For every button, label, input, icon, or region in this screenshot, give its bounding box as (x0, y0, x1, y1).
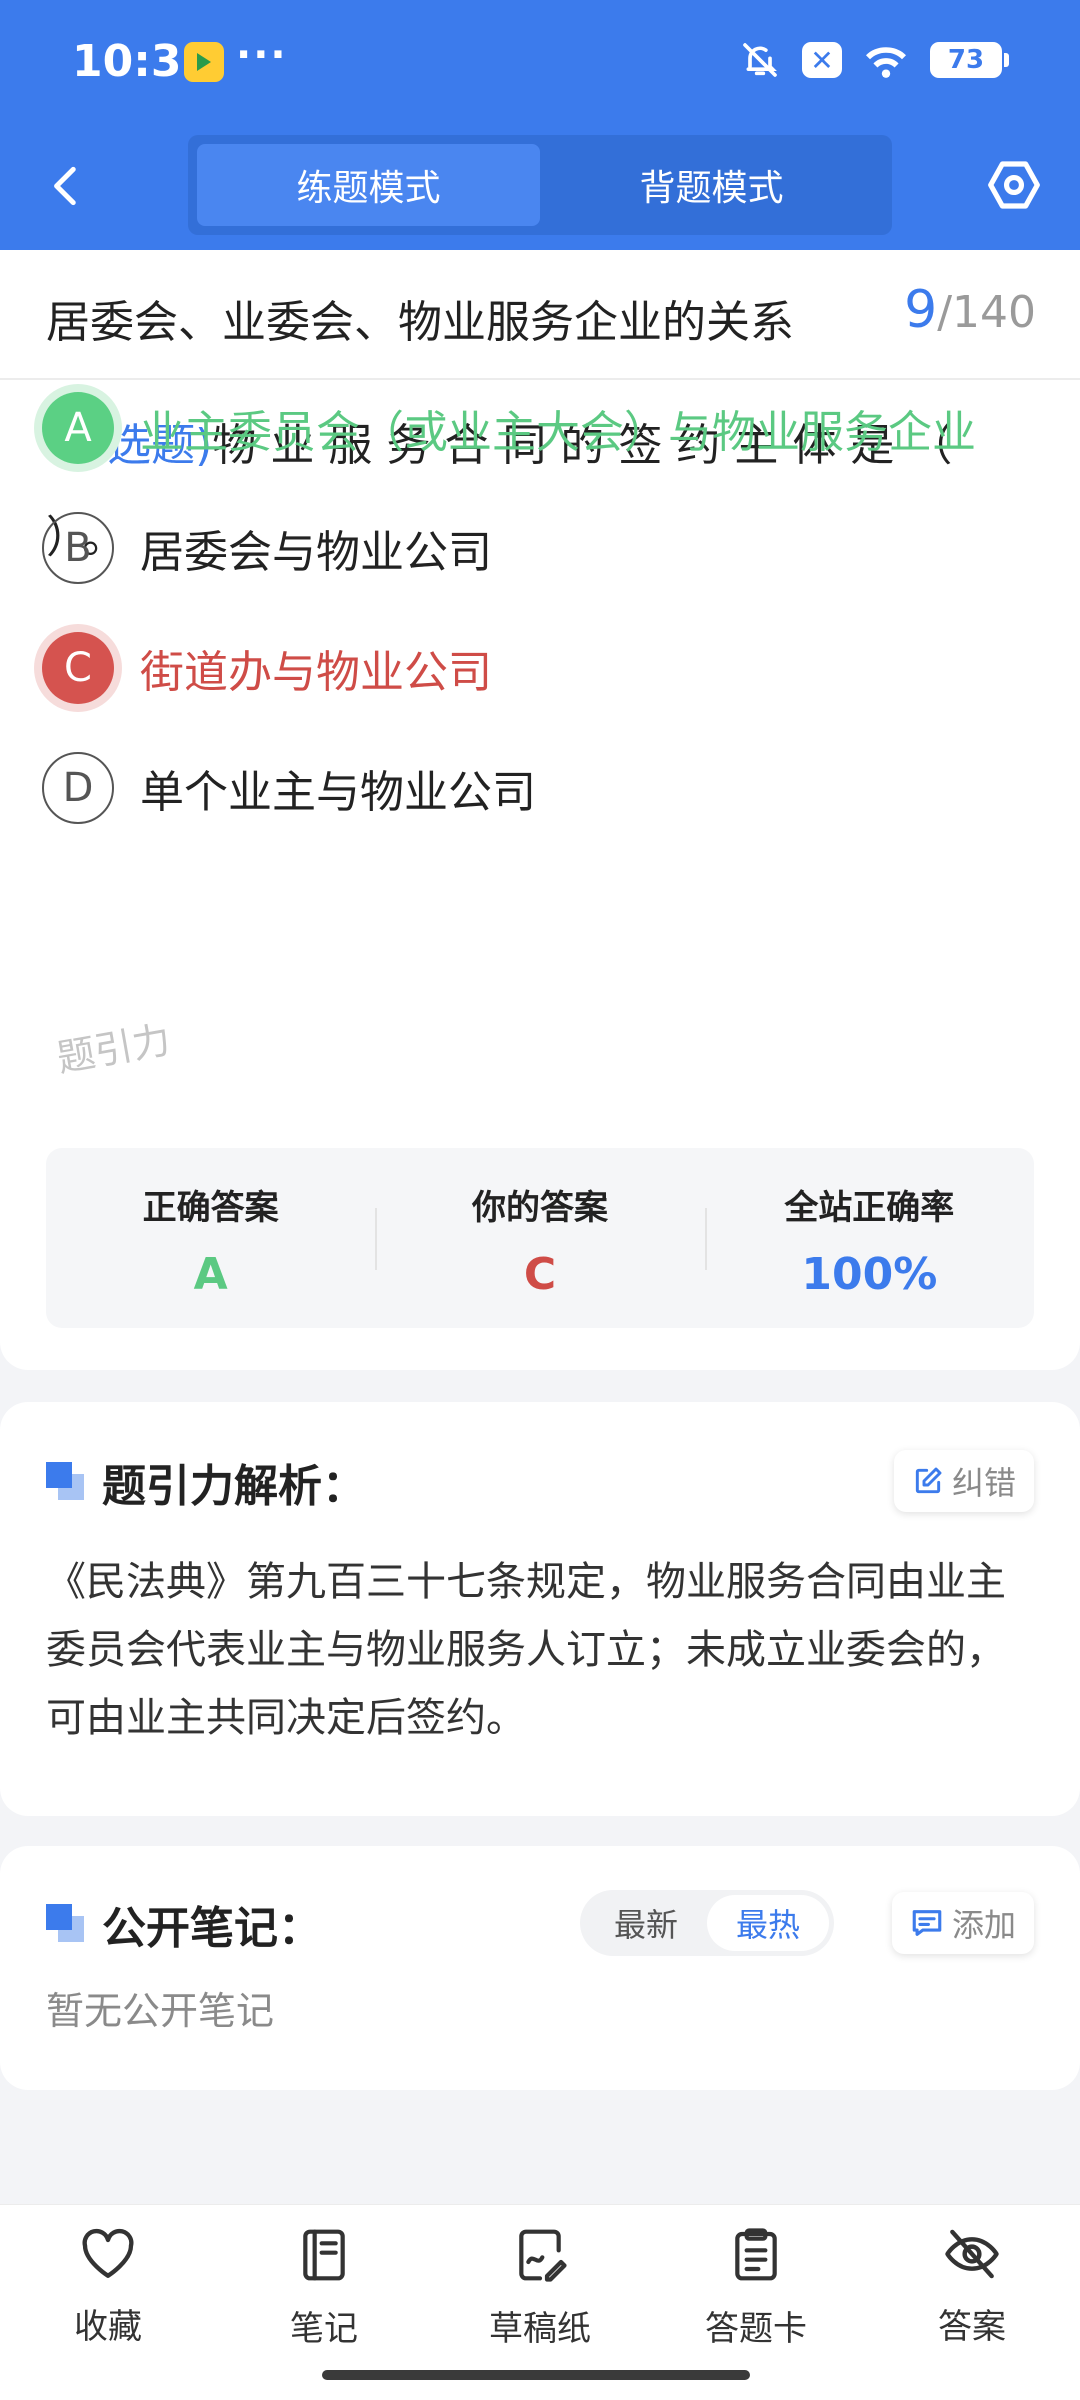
notes-sort-toggle: 最新 最热 (580, 1890, 834, 1956)
analysis-title-text: 题引力解析： (102, 1461, 366, 1512)
back-arrow-icon[interactable] (42, 161, 92, 211)
your-answer-label: 你的答案 (471, 1188, 608, 1228)
option-b[interactable]: B 居委会与物业公司 (42, 500, 1042, 596)
correct-answer-column: 正确答案 A (46, 1148, 375, 1328)
edit-icon (915, 1467, 942, 1494)
add-note-button[interactable]: 添加 (891, 1892, 1034, 1954)
sort-hottest-tab[interactable]: 最热 (707, 1895, 829, 1951)
accuracy-rate-column: 全站正确率 100% (704, 1148, 1034, 1328)
draft-paper-label: 草稿纸 (489, 2309, 591, 2349)
no-notes-text: 暂无公开笔记 (46, 1989, 275, 2033)
notebook-icon (303, 2229, 345, 2281)
accuracy-rate-label: 全站正确率 (784, 1188, 955, 1228)
status-bar: 10:31 ··· ✕ 73 (0, 0, 1080, 125)
draft-paper-icon (519, 2229, 567, 2282)
chapter-title: 居委会、业委会、物业服务企业的关系 (46, 297, 794, 348)
battery-indicator: 73 (930, 42, 1009, 78)
tab-practice-mode[interactable]: 练题模式 (197, 144, 540, 226)
blocked-badge-icon: ✕ (802, 42, 842, 78)
option-letter: B (42, 512, 114, 584)
nav-row: 练题模式 背题模式 (0, 125, 1080, 250)
accuracy-rate-value: 100% (801, 1249, 938, 1300)
favorite-button[interactable]: 收藏 (8, 2227, 208, 2348)
option-letter: C (42, 632, 114, 704)
status-right-icons: ✕ 73 (740, 40, 1009, 80)
report-error-label: 纠错 (951, 1464, 1016, 1502)
app-notification-icon (184, 42, 224, 82)
settings-hexagon-icon[interactable] (986, 157, 1042, 213)
option-letter: A (42, 392, 114, 464)
add-note-label: 添加 (951, 1906, 1016, 1944)
top-header: 10:31 ··· ✕ 73 练题模式 背题模式 (0, 0, 1080, 250)
correct-answer-label: 正确答案 (142, 1188, 279, 1228)
option-d[interactable]: D 单个业主与物业公司 (42, 740, 1042, 836)
notes-button[interactable]: 笔记 (224, 2227, 424, 2350)
draft-paper-button[interactable]: 草稿纸 (440, 2227, 640, 2350)
question-card: 居委会、业委会、物业服务企业的关系 9/140 (单选题)物业服务合同的签约主体… (0, 250, 1080, 1370)
favorite-label: 收藏 (74, 2307, 142, 2347)
section-squares-icon (46, 1904, 86, 1944)
your-answer-value: C (523, 1249, 557, 1300)
option-text: 街道办与物业公司 (140, 647, 492, 698)
notes-title: 公开笔记： (46, 1892, 322, 1956)
analysis-card: 题引力解析： 纠错 《民法典》第九百三十七条规定，物业服务合同由业主委员会代表业… (0, 1402, 1080, 1816)
sort-latest-tab[interactable]: 最新 (585, 1895, 707, 1951)
question-counter[interactable]: 9/140 (904, 280, 1036, 340)
option-text: 单个业主与物业公司 (140, 767, 536, 818)
answer-sheet-button[interactable]: 答题卡 (656, 2227, 856, 2350)
bell-off-icon (743, 43, 777, 77)
section-squares-icon (46, 1462, 86, 1502)
tab-memorize-mode[interactable]: 背题模式 (540, 144, 883, 226)
public-notes-card: 公开笔记： 最新 最热 添加 暂无公开笔记 (0, 1846, 1080, 2090)
notes-label: 笔记 (290, 2309, 358, 2349)
show-answer-button[interactable]: 答案 (872, 2227, 1072, 2348)
report-error-button[interactable]: 纠错 (893, 1450, 1034, 1512)
answer-sheet-icon (735, 2228, 777, 2281)
mode-segmented-control: 练题模式 背题模式 (188, 135, 892, 235)
show-answer-label: 答案 (938, 2307, 1006, 2347)
wifi-icon (866, 47, 906, 78)
question-title-row: 居委会、业委会、物业服务企业的关系 9/140 (0, 250, 1080, 380)
home-indicator[interactable] (322, 2370, 750, 2380)
answer-summary-panel: 正确答案 A 你的答案 C 全站正确率 100% (46, 1148, 1034, 1328)
your-answer-column: 你的答案 C (375, 1148, 704, 1328)
option-text: 业主委员会（或业主大会）与物业服务企业 (140, 407, 976, 458)
analysis-text: 《民法典》第九百三十七条规定，物业服务合同由业主委员会代表业主与物业服务人订立；… (46, 1559, 1006, 1741)
option-letter: D (42, 752, 114, 824)
heart-icon (82, 2228, 134, 2278)
notes-title-text: 公开笔记： (102, 1903, 322, 1954)
option-a[interactable]: A 业主委员会（或业主大会）与物业服务企业 (42, 380, 1042, 476)
option-c[interactable]: C 街道办与物业公司 (42, 620, 1042, 716)
eye-off-icon (945, 2229, 999, 2279)
analysis-title: 题引力解析： (46, 1450, 366, 1514)
total-question-count: /140 (937, 287, 1036, 338)
correct-answer-value: A (193, 1249, 228, 1300)
current-question-number: 9 (904, 280, 938, 340)
comment-icon (912, 1910, 942, 1936)
answer-sheet-label: 答题卡 (705, 2309, 807, 2349)
option-text: 居委会与物业公司 (140, 527, 492, 578)
more-notifications-icon: ··· (236, 32, 288, 78)
